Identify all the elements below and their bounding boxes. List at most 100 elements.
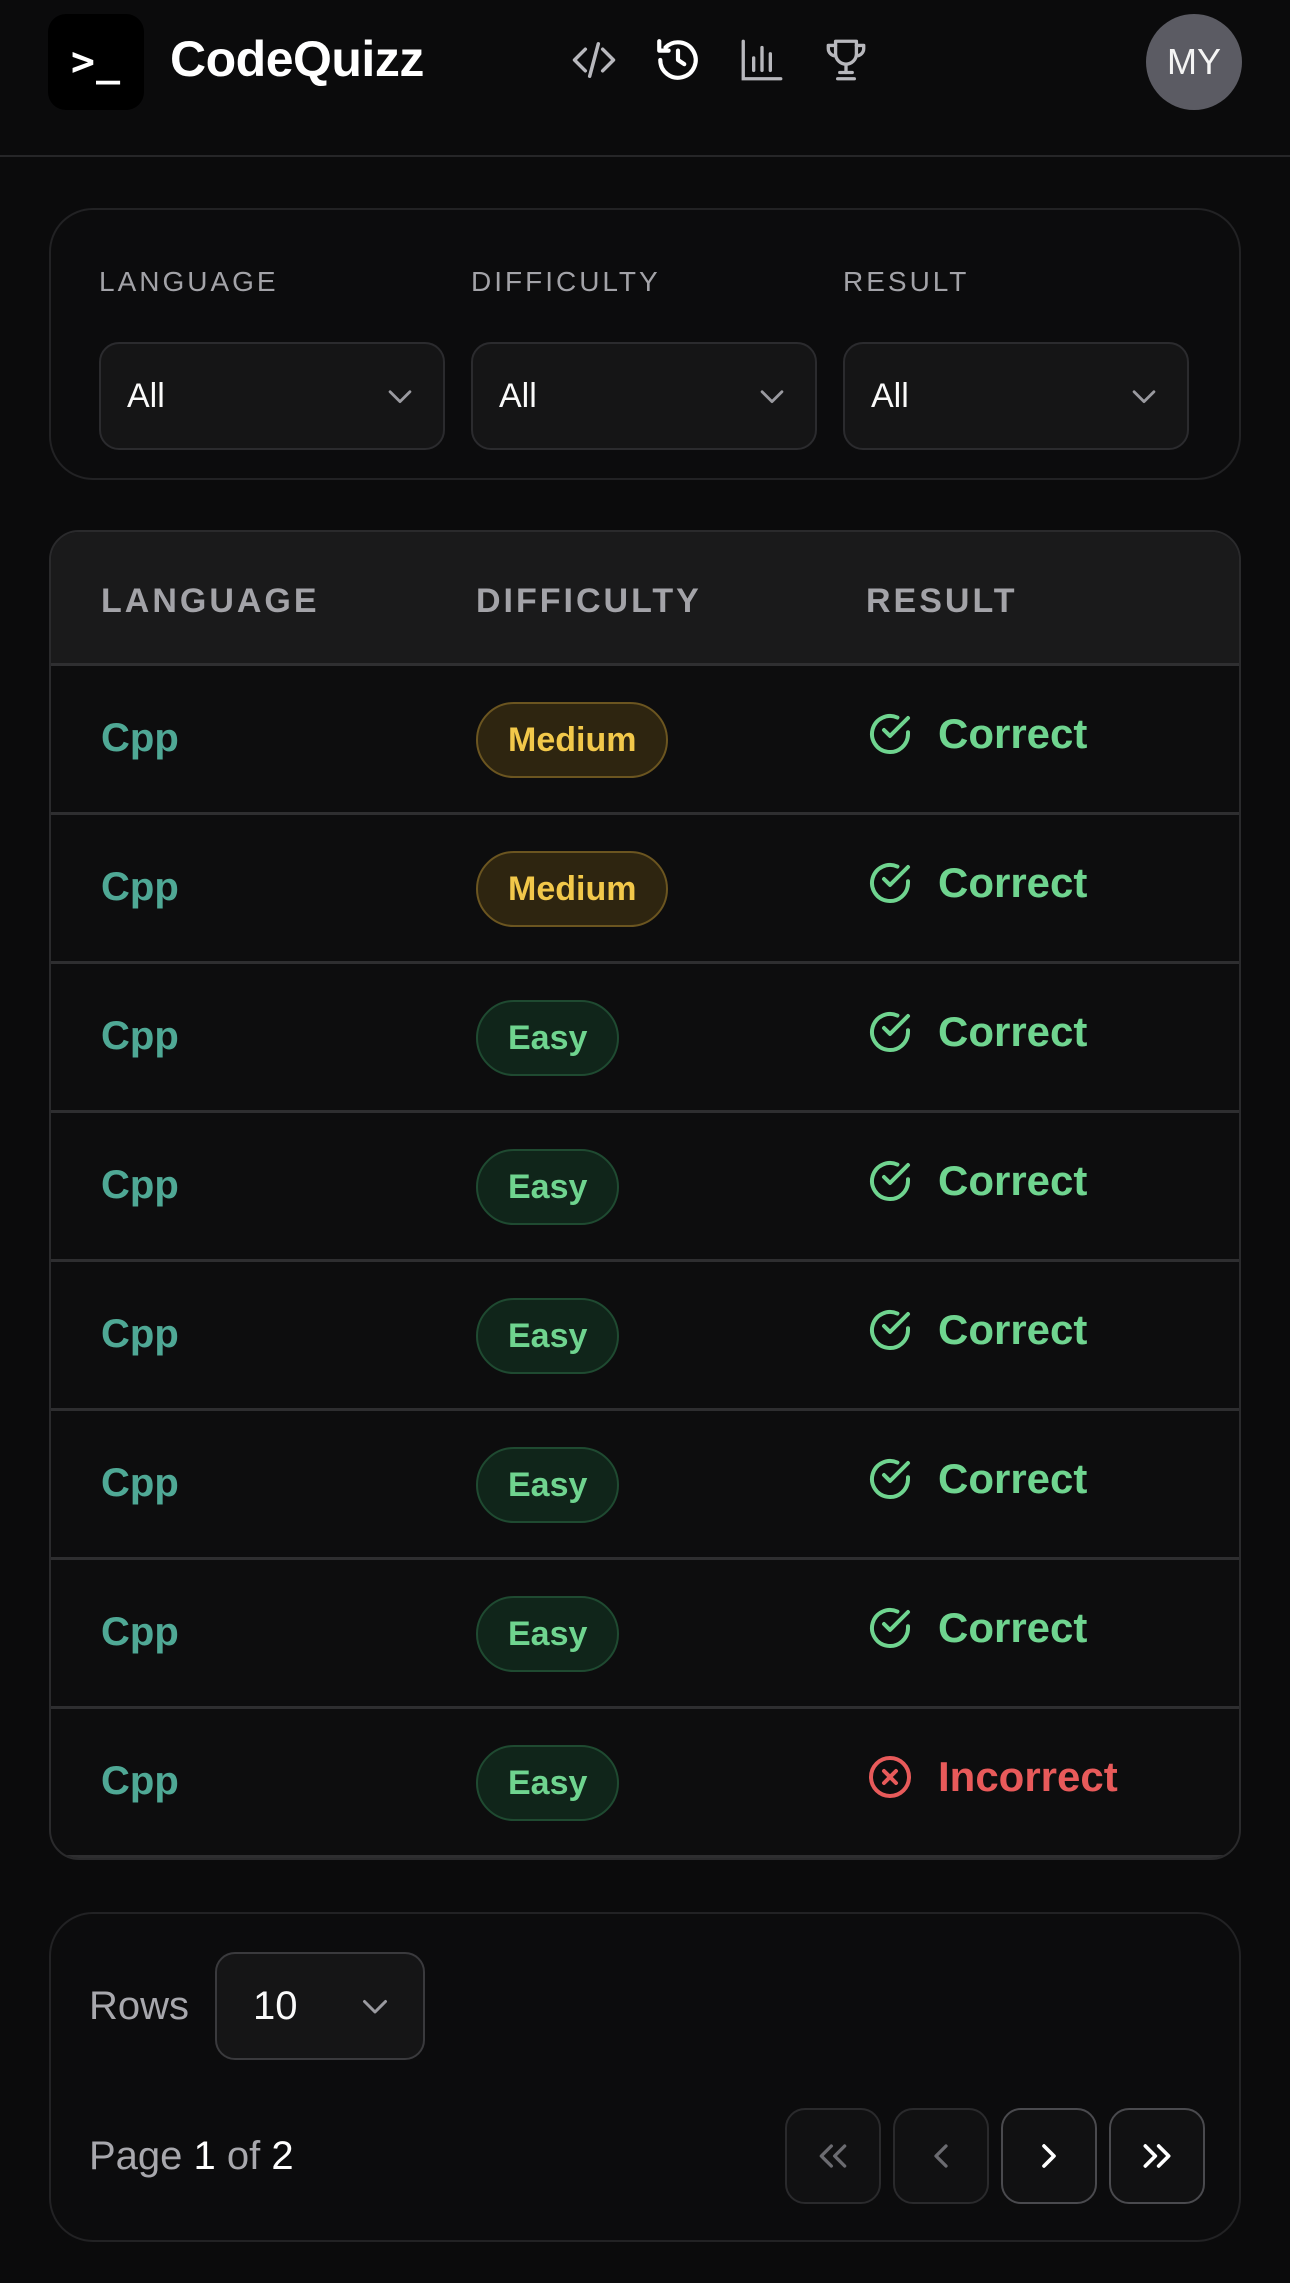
table-row[interactable]: Cpp Easy Correct (51, 1262, 1239, 1411)
result-cell: Correct (866, 859, 1087, 907)
difficulty-badge: Easy (476, 1298, 620, 1374)
language-cell: Cpp (101, 1461, 179, 1505)
table-body: Cpp Medium Correct Cpp Medium Correct Cpp Easy C… (51, 666, 1239, 1858)
chevron-down-icon (760, 390, 784, 404)
page-word: Page (89, 2134, 183, 2178)
chevron-down-icon (388, 390, 412, 404)
first-page-button[interactable] (785, 2108, 881, 2204)
check-circle-icon (870, 1012, 910, 1052)
difficulty-badge: Easy (476, 1447, 620, 1523)
difficulty-filter-label: DIFFICULTY (471, 266, 661, 297)
language-cell: Cpp (101, 1163, 179, 1207)
rows-per-page-select[interactable]: 10 (215, 1952, 425, 2060)
rows-per-page-label: Rows (89, 1984, 190, 2028)
result-cell: Correct (866, 1157, 1087, 1205)
result-select-value: All (871, 376, 909, 415)
check-circle-icon (870, 1459, 910, 1499)
history-icon (657, 39, 698, 80)
result-label: Incorrect (938, 1753, 1118, 1800)
check-circle-icon (870, 1608, 910, 1648)
result-label: Correct (938, 1306, 1088, 1353)
language-cell: Cpp (101, 1610, 179, 1654)
result-select[interactable]: All (843, 342, 1189, 450)
result-cell: Correct (866, 1008, 1087, 1056)
table-header: LANGUAGE DIFFICULTY RESULT (51, 532, 1239, 666)
table-row[interactable]: Cpp Easy Incorrect (51, 1709, 1239, 1858)
filter-panel: LANGUAGE All DIFFICULTY All RESULT All (49, 208, 1241, 480)
table-row[interactable]: Cpp Easy Correct (51, 1113, 1239, 1262)
language-cell: Cpp (101, 1014, 179, 1058)
result-filter-label: RESULT (843, 266, 970, 297)
result-label: Correct (938, 710, 1088, 757)
terminal-icon: >_ (70, 39, 122, 85)
difficulty-badge: Medium (476, 851, 669, 927)
result-cell: Correct (866, 710, 1087, 758)
table-row[interactable]: Cpp Easy Correct (51, 964, 1239, 1113)
result-label: Correct (938, 1455, 1088, 1502)
chevrons-right-icon (1143, 2144, 1171, 2168)
language-cell: Cpp (101, 716, 179, 760)
result-cell: Correct (866, 1455, 1087, 1503)
difficulty-badge: Easy (476, 1745, 620, 1821)
table-row[interactable]: Cpp Medium Correct (51, 666, 1239, 815)
language-select[interactable]: All (99, 342, 445, 450)
current-page: 1 (193, 2134, 216, 2178)
language-cell: Cpp (101, 865, 179, 909)
difficulty-filter: DIFFICULTY All (471, 266, 817, 450)
check-circle-icon (870, 863, 910, 903)
result-label: Correct (938, 1157, 1088, 1204)
chevron-down-icon (1132, 390, 1156, 404)
chevron-down-icon (363, 2000, 387, 2014)
trophy-icon (826, 39, 866, 81)
user-avatar[interactable]: MY (1146, 14, 1242, 110)
result-label: Correct (938, 1008, 1088, 1055)
nav-code[interactable] (566, 32, 622, 88)
app-logo[interactable]: >_ (48, 14, 144, 110)
bar-chart-icon (741, 39, 783, 81)
column-header-difficulty[interactable]: DIFFICULTY (476, 582, 702, 621)
result-filter: RESULT All (843, 266, 1189, 450)
result-cell: Correct (866, 1306, 1087, 1354)
column-header-language[interactable]: LANGUAGE (101, 582, 320, 621)
table-row[interactable]: Cpp Medium Correct (51, 815, 1239, 964)
pagination-panel: Rows 10 Page 1 of 2 (49, 1912, 1241, 2242)
previous-page-button[interactable] (893, 2108, 989, 2204)
app-title: CodeQuizz (170, 31, 424, 87)
nav-stats[interactable] (734, 32, 790, 88)
page-indicator: Page 1 of 2 (89, 2134, 294, 2179)
result-cell: Correct (866, 1604, 1087, 1652)
next-page-button[interactable] (1001, 2108, 1097, 2204)
code-icon (572, 42, 616, 78)
difficulty-badge: Easy (476, 1000, 620, 1076)
language-cell: Cpp (101, 1759, 179, 1803)
check-circle-icon (870, 1310, 910, 1350)
language-filter-label: LANGUAGE (99, 266, 279, 297)
language-filter: LANGUAGE All (99, 266, 445, 450)
language-cell: Cpp (101, 1312, 179, 1356)
difficulty-badge: Easy (476, 1596, 620, 1672)
nav-history[interactable] (650, 32, 706, 88)
language-select-value: All (127, 376, 165, 415)
result-cell: Incorrect (866, 1753, 1118, 1801)
result-label: Correct (938, 859, 1088, 906)
nav-leaderboard[interactable] (818, 32, 874, 88)
chevrons-left-icon (819, 2144, 847, 2168)
difficulty-select-value: All (499, 376, 537, 415)
history-table: LANGUAGE DIFFICULTY RESULT Cpp Medium Corr… (49, 530, 1241, 1860)
of-word: of (226, 2134, 261, 2178)
difficulty-badge: Medium (476, 702, 669, 778)
chevron-right-icon (1042, 2144, 1056, 2168)
column-header-result[interactable]: RESULT (866, 582, 1017, 621)
result-label: Correct (938, 1604, 1088, 1651)
chevron-left-icon (934, 2144, 948, 2168)
difficulty-badge: Easy (476, 1149, 620, 1225)
rows-per-page-value: 10 (253, 1983, 298, 2028)
table-row[interactable]: Cpp Easy Correct (51, 1411, 1239, 1560)
table-row[interactable]: Cpp Easy Correct (51, 1560, 1239, 1709)
check-circle-icon (870, 1161, 910, 1201)
last-page-button[interactable] (1109, 2108, 1205, 2204)
x-circle-icon (869, 1756, 911, 1798)
app-header: >_ CodeQuizz MY (0, 0, 1290, 157)
total-pages: 2 (271, 2134, 294, 2178)
difficulty-select[interactable]: All (471, 342, 817, 450)
